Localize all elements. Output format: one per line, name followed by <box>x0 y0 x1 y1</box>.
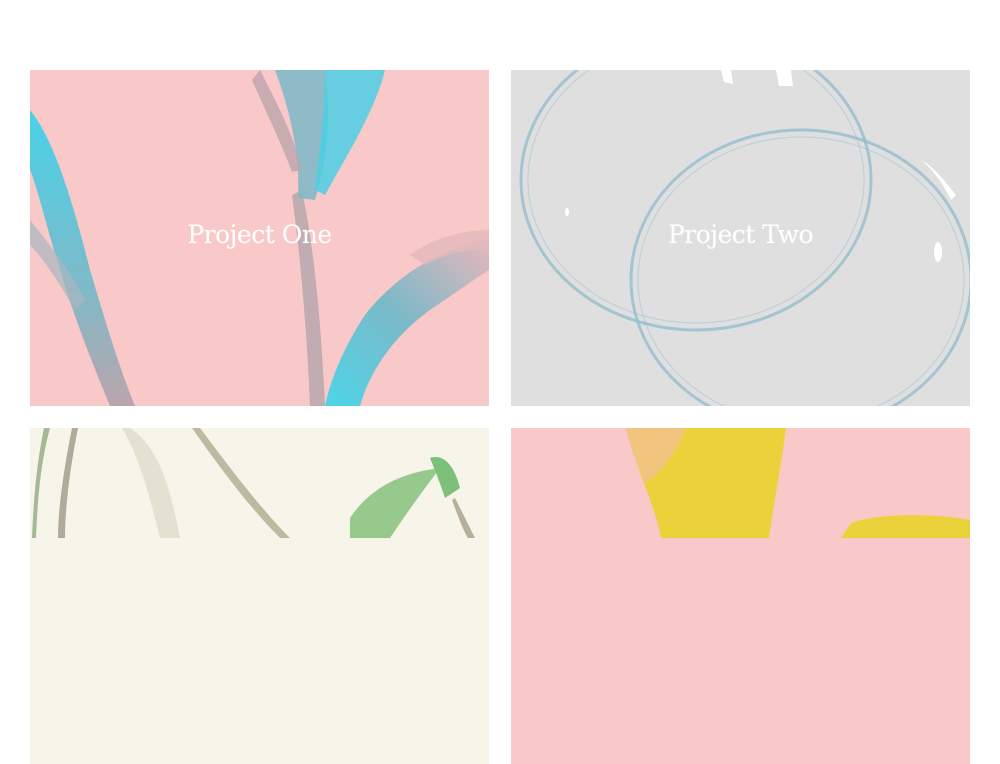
project-title: Project One <box>187 220 332 249</box>
project-card-four[interactable] <box>511 428 970 764</box>
project-title: Project Two <box>667 220 814 249</box>
project-card-two[interactable]: Project Two <box>511 70 970 406</box>
project-card-one[interactable]: Project One <box>30 70 489 406</box>
pink-yellow-artwork <box>511 428 970 764</box>
project-card-three[interactable] <box>30 428 489 764</box>
cream-stems-artwork <box>30 428 489 764</box>
